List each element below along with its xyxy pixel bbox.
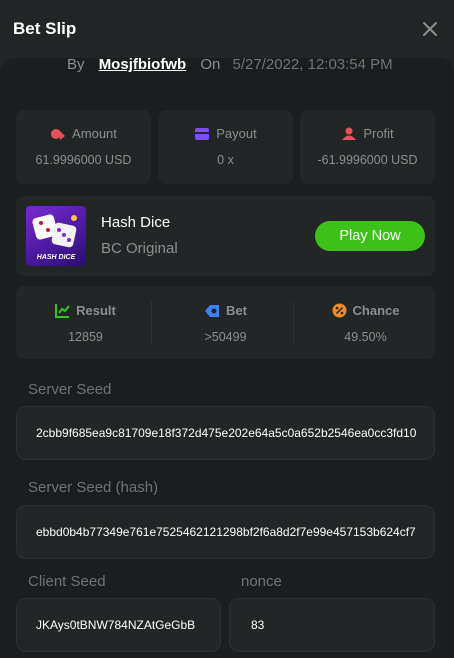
game-thumbnail[interactable]: HASH DICE <box>26 206 86 266</box>
coins-icon <box>51 129 66 140</box>
payout-stat: Payout 0 x <box>158 110 293 184</box>
chance-value: 49.50% <box>344 330 387 344</box>
close-button[interactable] <box>420 19 440 39</box>
by-label: By <box>67 56 85 73</box>
server-seed-hash-label: Server Seed (hash) <box>28 479 159 496</box>
server-seed-hash-value: ebbd0b4b77349e761e7525462121298bf2f6a8d2… <box>36 525 416 539</box>
target-icon <box>205 305 220 317</box>
results-row: Result 12859 Bet >50499 Chance 49.50% <box>16 286 435 359</box>
close-icon <box>423 22 437 36</box>
game-subtitle: BC Original <box>101 240 178 257</box>
bet-datetime: 5/27/2022, 12:03:54 PM <box>232 56 393 73</box>
bet-value: >50499 <box>204 330 247 344</box>
bet-label: Bet <box>226 303 247 318</box>
amount-value: 61.9996000 USD <box>35 153 132 167</box>
modal-header: Bet Slip <box>0 0 454 60</box>
profit-icon <box>342 127 357 140</box>
amount-label: Amount <box>72 126 117 141</box>
profit-stat: Profit -61.9996000 USD <box>300 110 435 184</box>
percent-icon <box>332 303 347 318</box>
chart-icon <box>55 304 70 318</box>
profit-label: Profit <box>363 126 394 141</box>
client-seed-value: JKAys0tBNW784NZAtGeGbB <box>36 618 196 632</box>
play-now-button[interactable]: Play Now <box>315 221 425 251</box>
payout-value: 0 x <box>217 153 234 167</box>
server-seed-label: Server Seed <box>28 381 112 398</box>
wallet-icon <box>195 128 210 140</box>
amount-stat: Amount 61.9996000 USD <box>16 110 151 184</box>
modal-title: Bet Slip <box>13 19 77 38</box>
nonce-label: nonce <box>241 573 282 590</box>
username-link[interactable]: Mosjfbiofwb <box>99 56 186 73</box>
nonce-value: 83 <box>251 618 265 632</box>
chance-label: Chance <box>352 303 400 318</box>
client-seed-label: Client Seed <box>28 573 106 590</box>
divider <box>293 301 294 343</box>
game-card: HASH DICE Hash Dice BC Original Play Now <box>16 196 435 276</box>
payout-label: Payout <box>216 126 257 141</box>
server-seed-value: 2cbb9f685ea9c81709e18f372d475e202e64a5c0… <box>36 426 417 440</box>
thumbnail-label: HASH DICE <box>36 254 76 261</box>
bet-byline: By Mosjfbiofwb On 5/27/2022, 12:03:54 PM <box>67 56 447 73</box>
on-label: On <box>200 56 221 73</box>
divider <box>151 301 152 343</box>
server-seed-hash-field[interactable]: ebbd0b4b77349e761e7525462121298bf2f6a8d2… <box>16 505 435 559</box>
profit-value: -61.9996000 USD <box>317 153 418 167</box>
result-stat: Result 12859 <box>16 286 155 359</box>
result-label: Result <box>76 303 116 318</box>
chance-stat: Chance 49.50% <box>296 286 435 359</box>
bet-stat: Bet >50499 <box>156 286 295 359</box>
server-seed-field[interactable]: 2cbb9f685ea9c81709e18f372d475e202e64a5c0… <box>16 406 435 460</box>
result-value: 12859 <box>68 330 103 344</box>
stats-row: Amount 61.9996000 USD Payout 0 x Profit … <box>16 110 435 184</box>
game-name: Hash Dice <box>101 214 171 231</box>
